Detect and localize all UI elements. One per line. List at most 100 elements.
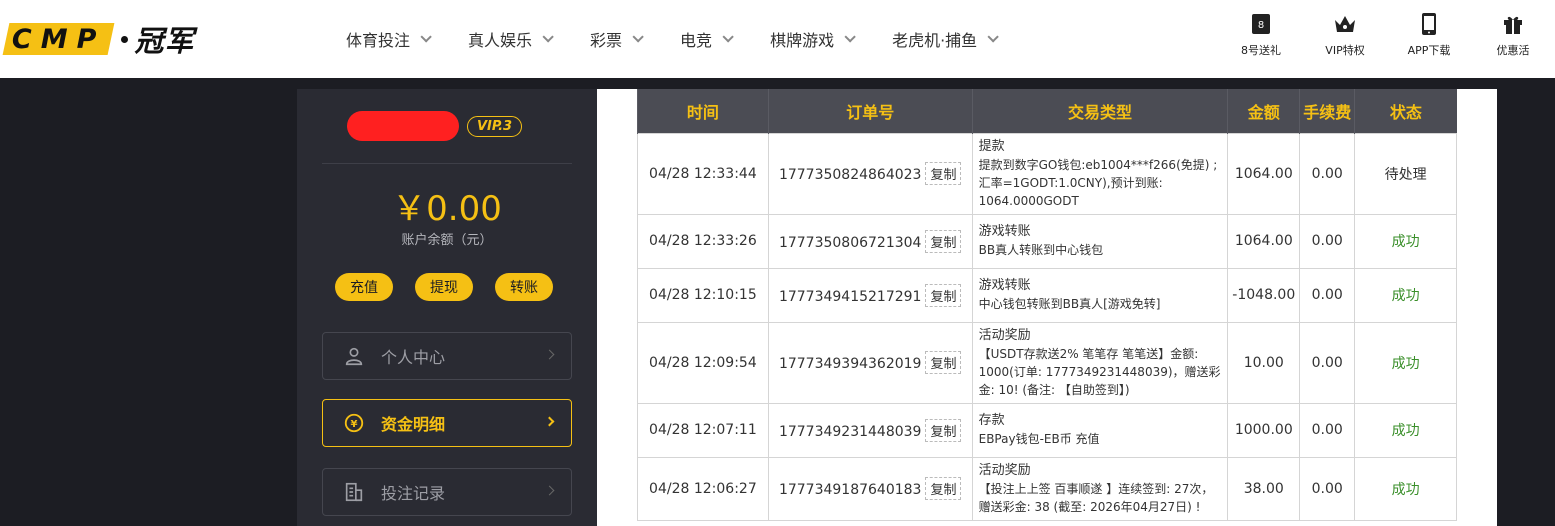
table-row: 04/28 12:33:44 1777350824864023 复制 提款 提款到数…	[637, 132, 1457, 215]
cell-order: 1777349394362019 复制	[767, 321, 973, 404]
copy-button[interactable]: 复制	[925, 418, 962, 442]
user-info: VIP.3	[347, 111, 523, 141]
cell-order: 1777350806721304 复制	[767, 213, 973, 269]
col-fee: 手续费	[1299, 89, 1355, 133]
col-time: 时间	[637, 89, 769, 133]
promotions-button[interactable]: 优惠活	[1471, 12, 1555, 58]
cell-status: 成功	[1354, 267, 1457, 323]
top-bar: CMP 冠军 体育投注 真人娱乐 彩票 电竞 棋牌游戏 老虎机·捕鱼 8 8号送…	[0, 0, 1555, 78]
chevron-right-icon	[544, 349, 555, 360]
cell-amount: 1064.00	[1227, 213, 1301, 269]
cell-amount: 38.00	[1227, 456, 1301, 521]
cell-fee: 0.00	[1299, 213, 1356, 269]
cell-order: 1777349231448039 复制	[767, 402, 973, 458]
menu-personal-center[interactable]: 个人中心	[322, 332, 572, 380]
cell-time: 04/28 12:09:54	[637, 321, 769, 404]
logo-latin: CMP	[12, 23, 106, 55]
chevron-down-icon	[844, 31, 856, 43]
chevron-down-icon	[722, 31, 734, 43]
user-icon	[345, 347, 363, 366]
nav-card-games[interactable]: 棋牌游戏	[750, 0, 872, 78]
logo[interactable]: CMP 冠军	[2, 22, 195, 58]
withdraw-button[interactable]: 提现	[415, 273, 473, 301]
cell-fee: 0.00	[1299, 456, 1356, 521]
cell-type: 活动奖励 【投注上上签 百事顺遂 】连续签到: 27次，赠送彩金: 38 (截至:…	[971, 456, 1229, 521]
vip-badge: VIP.3	[467, 115, 523, 137]
vip-privilege-button[interactable]: VIP特权	[1303, 12, 1387, 58]
nav-sports[interactable]: 体育投注	[326, 0, 448, 78]
logo-cn: 冠军	[134, 24, 195, 58]
cell-amount: 1000.00	[1227, 402, 1301, 458]
cell-type: 游戏转账 中心钱包转账到BB真人[游戏免转]	[971, 267, 1229, 323]
cell-status: 成功	[1354, 456, 1457, 521]
yen-coin-icon: ¥	[344, 413, 364, 433]
menu-fund-details[interactable]: ¥ 资金明细	[322, 399, 572, 447]
cell-time: 04/28 12:10:15	[637, 267, 769, 323]
balance-amount: ￥0.00	[392, 189, 502, 229]
cell-type: 游戏转账 BB真人转账到中心钱包	[971, 213, 1229, 269]
chevron-down-icon	[632, 31, 644, 43]
copy-button[interactable]: 复制	[925, 229, 962, 253]
cell-fee: 0.00	[1299, 267, 1356, 323]
cell-status: 成功	[1354, 213, 1457, 269]
cell-type: 提款 提款到数字GO钱包:eb1004***f266(免提) ;汇率=1GODT:…	[971, 132, 1229, 215]
transactions-table: 时间 订单号 交易类型 金额 手续费 状态 04/28 12:33:44 177…	[637, 89, 1457, 521]
cell-status: 待处理	[1354, 132, 1457, 215]
nav-slots-fishing[interactable]: 老虎机·捕鱼	[872, 0, 1015, 78]
crown-icon	[1335, 16, 1355, 32]
svg-text:8: 8	[1258, 20, 1264, 31]
cell-order: 1777349187640183 复制	[767, 456, 973, 521]
copy-button[interactable]: 复制	[925, 162, 962, 185]
balance-label: 账户余额（元）	[401, 233, 493, 248]
table-row: 04/28 12:09:54 1777349394362019 复制 活动奖励 【U…	[637, 321, 1457, 404]
chevron-down-icon	[987, 31, 999, 43]
copy-button[interactable]: 复制	[925, 283, 962, 307]
chevron-down-icon	[420, 31, 432, 43]
copy-button[interactable]: 复制	[925, 477, 962, 500]
cell-fee: 0.00	[1299, 402, 1356, 458]
bet-record-icon	[345, 482, 363, 502]
table-row: 04/28 12:06:27 1777349187640183 复制 活动奖励 【投…	[637, 456, 1457, 521]
copy-button[interactable]: 复制	[925, 351, 962, 374]
chevron-right-icon	[544, 416, 555, 427]
gift-icon	[1504, 16, 1522, 34]
cell-amount: 10.00	[1227, 321, 1301, 404]
col-amount: 金额	[1227, 89, 1300, 133]
nav-lottery[interactable]: 彩票	[570, 0, 660, 78]
svg-text:¥: ¥	[350, 419, 357, 430]
cell-time: 04/28 12:07:11	[637, 402, 769, 458]
cell-fee: 0.00	[1299, 321, 1356, 404]
table-row: 04/28 12:10:15 1777349415217291 复制 游戏转账 中心…	[637, 267, 1457, 323]
cell-status: 成功	[1354, 402, 1457, 458]
header-shortcuts: 8 8号送礼 VIP特权 APP下载 优惠活	[1219, 12, 1555, 58]
table-row: 04/28 12:07:11 1777349231448039 复制 存款 EBPa…	[637, 402, 1457, 458]
cell-order: 1777349415217291 复制	[767, 267, 973, 323]
wallet-actions: 充值 提现 转账	[335, 273, 553, 301]
col-order: 订单号	[767, 89, 973, 133]
table-header-row: 时间 订单号 交易类型 金额 手续费 状态	[637, 89, 1457, 133]
fund-details-panel: 时间 订单号 交易类型 金额 手续费 状态 04/28 12:33:44 177…	[597, 89, 1497, 526]
cell-type: 活动奖励 【USDT存款送2% 笔笔存 笔笔送】金额: 1000(订单: 1777…	[971, 321, 1229, 404]
cell-time: 04/28 12:06:27	[637, 456, 769, 521]
gift-8-button[interactable]: 8 8号送礼	[1219, 12, 1303, 58]
ticket-icon: 8	[1252, 14, 1270, 34]
account-sidebar: VIP.3 ￥0.00 账户余额（元） 充值 提现 转账 个人中心 ¥ 资金明细…	[297, 89, 597, 526]
cell-amount: 1064.00	[1227, 132, 1301, 215]
chevron-down-icon	[542, 31, 554, 43]
app-download-button[interactable]: APP下载	[1387, 12, 1471, 58]
phone-icon	[1422, 13, 1436, 35]
deposit-button[interactable]: 充值	[335, 273, 393, 301]
nav-live-casino[interactable]: 真人娱乐	[448, 0, 570, 78]
transfer-button[interactable]: 转账	[495, 273, 553, 301]
cell-amount: -1048.00	[1227, 267, 1301, 323]
main-nav: 体育投注 真人娱乐 彩票 电竞 棋牌游戏 老虎机·捕鱼	[326, 0, 1015, 78]
cell-time: 04/28 12:33:26	[637, 213, 769, 269]
cell-type: 存款 EBPay钱包-EB币 充值	[971, 402, 1229, 458]
cell-order: 1777350824864023 复制	[767, 132, 973, 215]
col-type: 交易类型	[971, 89, 1228, 133]
col-status: 状态	[1354, 89, 1457, 133]
cell-status: 成功	[1354, 321, 1457, 404]
table-row: 04/28 12:33:26 1777350806721304 复制 游戏转账 BB…	[637, 213, 1457, 269]
nav-esports[interactable]: 电竞	[660, 0, 750, 78]
menu-bet-records[interactable]: 投注记录	[322, 468, 572, 516]
